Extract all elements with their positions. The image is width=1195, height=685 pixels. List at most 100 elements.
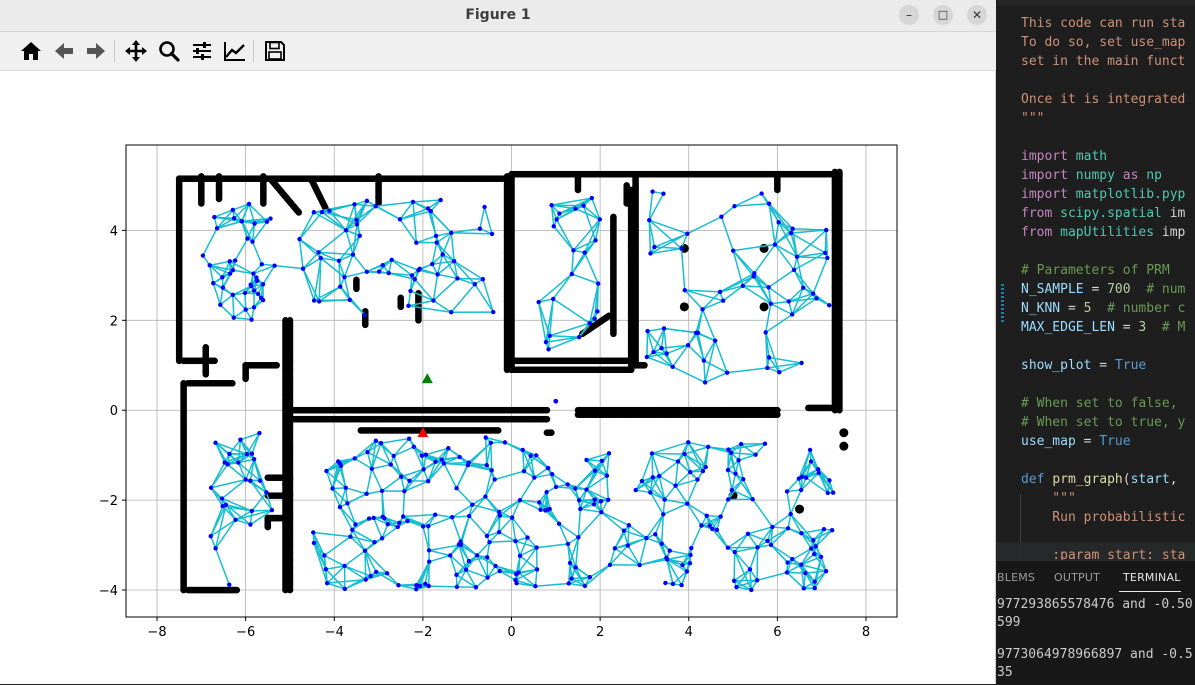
prm-node [201, 253, 205, 257]
prm-node [522, 469, 526, 473]
prm-node [377, 269, 381, 273]
prm-edge [578, 512, 601, 537]
prm-edge [382, 477, 401, 491]
prm-edge [654, 247, 681, 248]
prm-node [455, 276, 459, 280]
prm-edge [452, 517, 461, 541]
close-button[interactable]: ✕ [967, 5, 987, 25]
prm-node [647, 218, 651, 222]
prm-node [695, 477, 699, 481]
prm-node [826, 491, 830, 495]
prm-edge [801, 554, 814, 565]
prm-node [358, 234, 362, 238]
tab-problems[interactable]: BLEMS [997, 571, 1035, 584]
prm-node [648, 490, 652, 494]
home-button[interactable] [16, 36, 46, 66]
tab-output[interactable]: OUTPUT [1054, 571, 1100, 584]
prm-node [254, 275, 258, 279]
prm-node [548, 507, 552, 511]
prm-node [430, 262, 434, 266]
prm-node [546, 347, 550, 351]
code-line: use_map = True [1021, 432, 1131, 451]
prm-node [694, 331, 698, 335]
prm-node [577, 335, 581, 339]
forward-button[interactable] [81, 36, 111, 66]
prm-edge [210, 261, 230, 265]
prm-edge [688, 442, 703, 471]
prm-node [622, 529, 626, 533]
prm-node [814, 296, 818, 300]
save-button[interactable] [260, 36, 290, 66]
prm-node [231, 293, 235, 297]
prm-node [209, 534, 213, 538]
prm-node [785, 489, 789, 493]
prm-node [389, 462, 393, 466]
prm-node [370, 467, 374, 471]
zoom-button[interactable] [154, 36, 184, 66]
tab-terminal[interactable]: TERMINAL [1123, 571, 1181, 584]
prm-node [659, 346, 663, 350]
code-editor[interactable]: This code can run staTo do so, set use_m… [997, 6, 1195, 560]
prm-node [364, 577, 368, 581]
title-bar[interactable]: Figure 1 – □ ✕ [0, 0, 996, 32]
prm-node [748, 567, 752, 571]
prm-node [605, 474, 609, 478]
maximize-button[interactable]: □ [933, 5, 953, 25]
prm-node [270, 508, 274, 512]
prm-edge [233, 295, 246, 310]
prm-node [824, 228, 828, 232]
back-button[interactable] [49, 36, 79, 66]
prm-node [489, 441, 493, 445]
prm-edge [772, 527, 788, 528]
prm-node [250, 509, 254, 513]
prm-node [497, 530, 501, 534]
terminal-line: 599 [997, 615, 1020, 630]
prm-node [662, 326, 666, 330]
prm-edge [550, 336, 579, 337]
prm-edge [253, 242, 262, 265]
edit-axes-button[interactable] [220, 36, 250, 66]
prm-node [421, 524, 425, 528]
obstacle-point [287, 587, 294, 594]
prm-edge [731, 453, 755, 455]
prm-node [567, 581, 571, 585]
prm-node [514, 581, 518, 585]
minimize-button[interactable]: – [899, 5, 919, 25]
pan-icon [124, 39, 148, 63]
prm-node [311, 530, 315, 534]
code-line: from mapUtilities imp [1021, 223, 1185, 242]
prm-node [704, 465, 708, 469]
prm-node [685, 501, 689, 505]
modified-lines-marker [1001, 284, 1004, 322]
prm-node [312, 298, 316, 302]
prm-node [466, 460, 470, 464]
prm-node [250, 239, 254, 243]
prm-node [401, 514, 405, 518]
prm-node [565, 482, 569, 486]
prm-node [827, 303, 831, 307]
prm-edge [670, 551, 691, 555]
prm-node [651, 475, 655, 479]
prm-node [258, 479, 262, 483]
prm-edge [552, 205, 584, 206]
configure-subplots-button[interactable] [187, 36, 217, 66]
prm-node [211, 281, 215, 285]
obstacle-point [839, 442, 848, 451]
pan-button[interactable] [121, 36, 151, 66]
prm-node [726, 546, 730, 550]
prm-node [718, 290, 722, 294]
prm-node [626, 543, 630, 547]
prm-node [715, 528, 719, 532]
prm-node [362, 313, 366, 317]
prm-node [799, 488, 803, 492]
prm-edge [687, 504, 706, 516]
prm-node [385, 571, 389, 575]
obstacle-point [795, 505, 804, 514]
prm-edge [435, 515, 452, 518]
figure-canvas[interactable]: −8−6−4−202468−4−2024 [0, 71, 995, 684]
prm-node [397, 521, 401, 525]
prm-node [352, 456, 356, 460]
prm-edge [300, 212, 323, 239]
prm-node [607, 451, 611, 455]
prm-node [410, 273, 414, 277]
